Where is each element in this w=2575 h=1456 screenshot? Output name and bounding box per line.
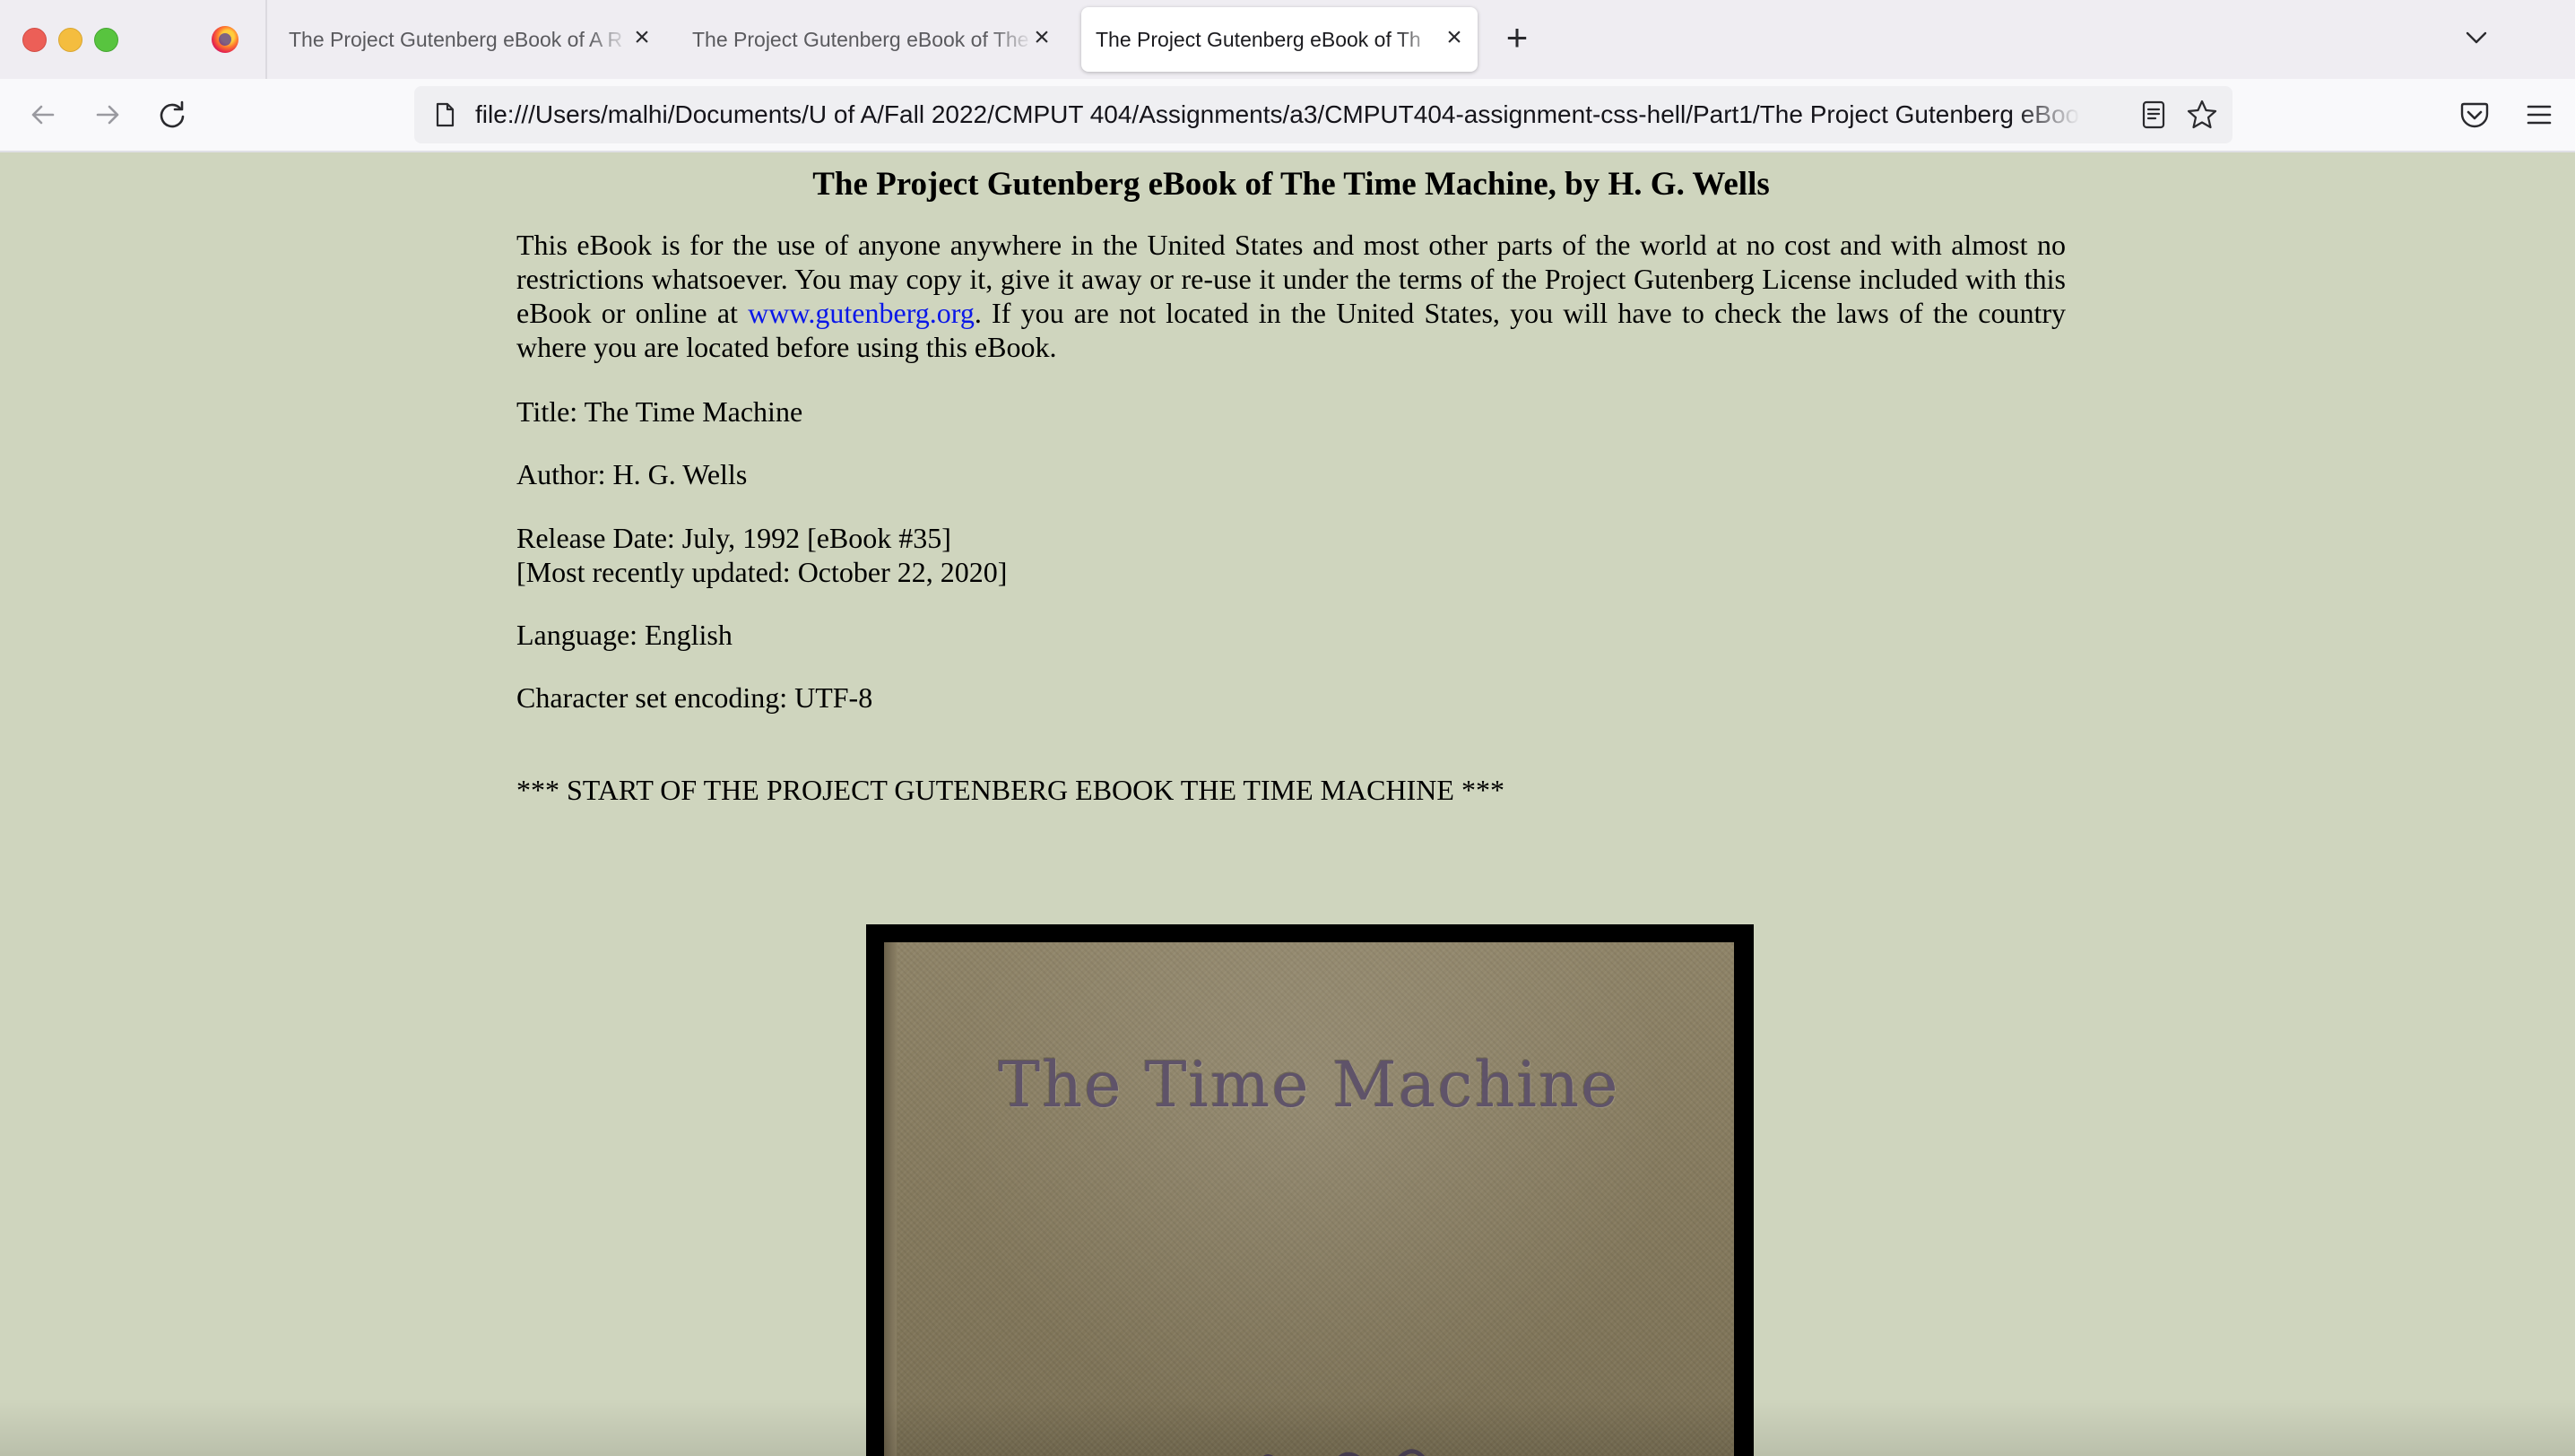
chevron-down-icon[interactable] [2457, 18, 2496, 57]
address-bar[interactable]: file:///Users/malhi/Documents/U of A/Fal… [414, 86, 2233, 143]
window-close-button[interactable] [22, 28, 47, 52]
close-icon[interactable]: × [1027, 23, 1056, 52]
tab-title: The Project Gutenberg eBook of A R [289, 27, 623, 51]
reader-view-icon[interactable] [2137, 99, 2170, 131]
arrow-left-icon[interactable] [23, 95, 63, 134]
firefox-icon[interactable] [212, 26, 238, 53]
updated-date-line: [Most recently updated: October 22, 2020… [516, 556, 1008, 588]
pocket-icon[interactable] [2457, 97, 2493, 133]
close-icon[interactable]: × [628, 23, 656, 52]
url-text[interactable]: file:///Users/malhi/Documents/U of A/Fal… [475, 86, 2080, 143]
page-content: The Project Gutenberg eBook of The Time … [516, 151, 2066, 1456]
plus-icon[interactable]: + [1497, 18, 1537, 57]
arrow-right-icon[interactable] [88, 95, 127, 134]
tab-title: The Project Gutenberg eBook of Th [1096, 27, 1421, 51]
title-line: Title: The Time Machine [516, 395, 803, 428]
tab-bar: The Project Gutenberg eBook of A R × The… [0, 0, 2575, 79]
close-icon[interactable]: × [1440, 23, 1469, 52]
navigation-toolbar: file:///Users/malhi/Documents/U of A/Fal… [0, 79, 2575, 152]
language-line: Language: English [516, 619, 733, 651]
page-heading: The Project Gutenberg eBook of The Time … [812, 166, 1770, 203]
tab-separator [265, 0, 267, 79]
release-date-line: Release Date: July, 1992 [eBook #35] [516, 522, 951, 554]
author-line: Author: H. G. Wells [516, 458, 748, 490]
gutenberg-link[interactable]: www.gutenberg.org [748, 297, 975, 329]
ebook-start-marker: *** START OF THE PROJECT GUTENBERG EBOOK… [516, 774, 1504, 806]
cover-ornament-icon [1263, 1449, 1425, 1456]
window-minimize-button[interactable] [58, 28, 82, 52]
tab-title: The Project Gutenberg eBook of The [692, 27, 1029, 51]
tab-3-active[interactable]: The Project Gutenberg eBook of Th × [1081, 7, 1478, 72]
tab-1[interactable]: The Project Gutenberg eBook of A R × [280, 7, 665, 72]
page-icon[interactable] [430, 100, 459, 129]
reload-icon[interactable] [152, 95, 192, 134]
book-cover: The Time Machine [884, 942, 1734, 1456]
tab-2[interactable]: The Project Gutenberg eBook of The × [680, 7, 1065, 72]
star-icon[interactable] [2184, 97, 2220, 133]
intro-paragraph: This eBook is for the use of anyone anyw… [516, 228, 2066, 364]
cover-image: The Time Machine [866, 924, 1754, 1456]
release-info: Release Date: July, 1992 [eBook #35] [Mos… [516, 521, 2066, 589]
charset-line: Character set encoding: UTF-8 [516, 681, 873, 714]
cover-title: The Time Machine [998, 1048, 1620, 1122]
hamburger-menu-icon[interactable] [2521, 97, 2557, 133]
window-zoom-button[interactable] [94, 28, 118, 52]
